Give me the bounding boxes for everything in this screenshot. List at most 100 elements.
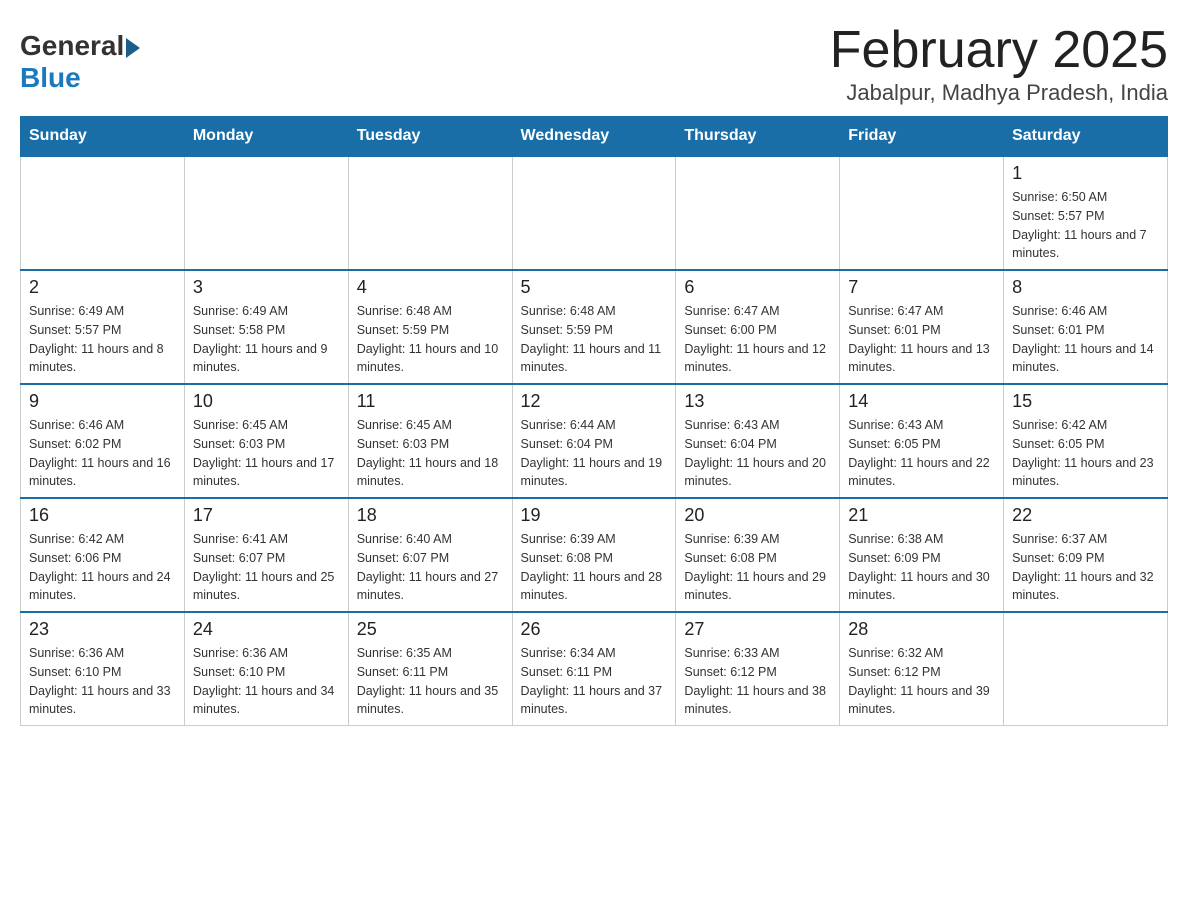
day-info: Sunrise: 6:39 AMSunset: 6:08 PMDaylight:… bbox=[684, 530, 831, 605]
day-number: 2 bbox=[29, 277, 176, 298]
day-number: 21 bbox=[848, 505, 995, 526]
day-info: Sunrise: 6:42 AMSunset: 6:06 PMDaylight:… bbox=[29, 530, 176, 605]
day-number: 5 bbox=[521, 277, 668, 298]
day-number: 10 bbox=[193, 391, 340, 412]
day-cell: 12 Sunrise: 6:44 AMSunset: 6:04 PMDayligh… bbox=[512, 384, 676, 498]
weekday-header-sunday: Sunday bbox=[21, 117, 185, 157]
day-number: 25 bbox=[357, 619, 504, 640]
day-number: 18 bbox=[357, 505, 504, 526]
day-cell: 17 Sunrise: 6:41 AMSunset: 6:07 PMDayligh… bbox=[184, 498, 348, 612]
calendar-table: SundayMondayTuesdayWednesdayThursdayFrid… bbox=[20, 116, 1168, 726]
day-info: Sunrise: 6:38 AMSunset: 6:09 PMDaylight:… bbox=[848, 530, 995, 605]
weekday-header-row: SundayMondayTuesdayWednesdayThursdayFrid… bbox=[21, 117, 1168, 157]
day-cell: 19 Sunrise: 6:39 AMSunset: 6:08 PMDayligh… bbox=[512, 498, 676, 612]
weekday-header-friday: Friday bbox=[840, 117, 1004, 157]
day-info: Sunrise: 6:40 AMSunset: 6:07 PMDaylight:… bbox=[357, 530, 504, 605]
day-number: 16 bbox=[29, 505, 176, 526]
day-number: 26 bbox=[521, 619, 668, 640]
day-cell: 11Sunrise: 6:45 AMSunset: 6:03 PMDayligh… bbox=[348, 384, 512, 498]
day-number: 12 bbox=[521, 391, 668, 412]
day-cell: 10 Sunrise: 6:45 AMSunset: 6:03 PMDayligh… bbox=[184, 384, 348, 498]
day-cell bbox=[348, 156, 512, 270]
day-info: Sunrise: 6:45 AMSunset: 6:03 PMDaylight:… bbox=[193, 416, 340, 491]
day-number: 3 bbox=[193, 277, 340, 298]
day-info: Sunrise: 6:36 AMSunset: 6:10 PMDaylight:… bbox=[193, 644, 340, 719]
day-info: Sunrise: 6:33 AMSunset: 6:12 PMDaylight:… bbox=[684, 644, 831, 719]
day-number: 13 bbox=[684, 391, 831, 412]
day-info: Sunrise: 6:32 AMSunset: 6:12 PMDaylight:… bbox=[848, 644, 995, 719]
day-number: 17 bbox=[193, 505, 340, 526]
day-cell: 6 Sunrise: 6:47 AMSunset: 6:00 PMDaylight… bbox=[676, 270, 840, 384]
day-info: Sunrise: 6:47 AMSunset: 6:00 PMDaylight:… bbox=[684, 302, 831, 377]
day-number: 4 bbox=[357, 277, 504, 298]
day-number: 28 bbox=[848, 619, 995, 640]
day-info: Sunrise: 6:42 AMSunset: 6:05 PMDaylight:… bbox=[1012, 416, 1159, 491]
day-cell: 2 Sunrise: 6:49 AMSunset: 5:57 PMDaylight… bbox=[21, 270, 185, 384]
weekday-header-wednesday: Wednesday bbox=[512, 117, 676, 157]
day-cell: 21 Sunrise: 6:38 AMSunset: 6:09 PMDayligh… bbox=[840, 498, 1004, 612]
day-info: Sunrise: 6:39 AMSunset: 6:08 PMDaylight:… bbox=[521, 530, 668, 605]
weekday-header-monday: Monday bbox=[184, 117, 348, 157]
calendar-title: February 2025 bbox=[830, 20, 1168, 80]
day-info: Sunrise: 6:43 AMSunset: 6:05 PMDaylight:… bbox=[848, 416, 995, 491]
day-info: Sunrise: 6:49 AMSunset: 5:58 PMDaylight:… bbox=[193, 302, 340, 377]
day-info: Sunrise: 6:45 AMSunset: 6:03 PMDaylight:… bbox=[357, 416, 504, 491]
day-cell: 7Sunrise: 6:47 AMSunset: 6:01 PMDaylight… bbox=[840, 270, 1004, 384]
day-cell: 18 Sunrise: 6:40 AMSunset: 6:07 PMDayligh… bbox=[348, 498, 512, 612]
page-header: GeneralBlue February 2025 Jabalpur, Madh… bbox=[20, 20, 1168, 106]
day-cell bbox=[184, 156, 348, 270]
day-info: Sunrise: 6:44 AMSunset: 6:04 PMDaylight:… bbox=[521, 416, 668, 491]
day-number: 27 bbox=[684, 619, 831, 640]
day-cell: 13 Sunrise: 6:43 AMSunset: 6:04 PMDayligh… bbox=[676, 384, 840, 498]
logo-arrow-icon bbox=[126, 38, 140, 58]
day-number: 9 bbox=[29, 391, 176, 412]
day-number: 23 bbox=[29, 619, 176, 640]
week-row-2: 2 Sunrise: 6:49 AMSunset: 5:57 PMDaylight… bbox=[21, 270, 1168, 384]
weekday-header-thursday: Thursday bbox=[676, 117, 840, 157]
day-cell bbox=[676, 156, 840, 270]
day-number: 6 bbox=[684, 277, 831, 298]
day-info: Sunrise: 6:41 AMSunset: 6:07 PMDaylight:… bbox=[193, 530, 340, 605]
day-info: Sunrise: 6:43 AMSunset: 6:04 PMDaylight:… bbox=[684, 416, 831, 491]
day-number: 24 bbox=[193, 619, 340, 640]
day-cell: 4 Sunrise: 6:48 AMSunset: 5:59 PMDaylight… bbox=[348, 270, 512, 384]
day-number: 22 bbox=[1012, 505, 1159, 526]
day-cell bbox=[512, 156, 676, 270]
day-number: 19 bbox=[521, 505, 668, 526]
day-cell: 25 Sunrise: 6:35 AMSunset: 6:11 PMDayligh… bbox=[348, 612, 512, 726]
day-cell: 20 Sunrise: 6:39 AMSunset: 6:08 PMDayligh… bbox=[676, 498, 840, 612]
day-number: 8 bbox=[1012, 277, 1159, 298]
calendar-subtitle: Jabalpur, Madhya Pradesh, India bbox=[830, 80, 1168, 106]
week-row-5: 23 Sunrise: 6:36 AMSunset: 6:10 PMDayligh… bbox=[21, 612, 1168, 726]
day-cell bbox=[1004, 612, 1168, 726]
day-cell: 16 Sunrise: 6:42 AMSunset: 6:06 PMDayligh… bbox=[21, 498, 185, 612]
day-cell: 5 Sunrise: 6:48 AMSunset: 5:59 PMDaylight… bbox=[512, 270, 676, 384]
day-cell: 24 Sunrise: 6:36 AMSunset: 6:10 PMDayligh… bbox=[184, 612, 348, 726]
day-cell: 8Sunrise: 6:46 AMSunset: 6:01 PMDaylight… bbox=[1004, 270, 1168, 384]
day-cell: 26Sunrise: 6:34 AMSunset: 6:11 PMDayligh… bbox=[512, 612, 676, 726]
weekday-header-tuesday: Tuesday bbox=[348, 117, 512, 157]
day-number: 20 bbox=[684, 505, 831, 526]
day-cell: 28 Sunrise: 6:32 AMSunset: 6:12 PMDayligh… bbox=[840, 612, 1004, 726]
day-cell: 27 Sunrise: 6:33 AMSunset: 6:12 PMDayligh… bbox=[676, 612, 840, 726]
day-cell: 23Sunrise: 6:36 AMSunset: 6:10 PMDayligh… bbox=[21, 612, 185, 726]
day-info: Sunrise: 6:46 AMSunset: 6:02 PMDaylight:… bbox=[29, 416, 176, 491]
day-number: 15 bbox=[1012, 391, 1159, 412]
logo: GeneralBlue bbox=[20, 20, 140, 94]
week-row-4: 16 Sunrise: 6:42 AMSunset: 6:06 PMDayligh… bbox=[21, 498, 1168, 612]
day-number: 1 bbox=[1012, 163, 1159, 184]
day-info: Sunrise: 6:48 AMSunset: 5:59 PMDaylight:… bbox=[521, 302, 668, 377]
day-info: Sunrise: 6:50 AMSunset: 5:57 PMDaylight:… bbox=[1012, 188, 1159, 263]
day-info: Sunrise: 6:48 AMSunset: 5:59 PMDaylight:… bbox=[357, 302, 504, 377]
day-cell bbox=[840, 156, 1004, 270]
title-block: February 2025 Jabalpur, Madhya Pradesh, … bbox=[830, 20, 1168, 106]
day-cell: 3 Sunrise: 6:49 AMSunset: 5:58 PMDaylight… bbox=[184, 270, 348, 384]
day-cell: 1 Sunrise: 6:50 AMSunset: 5:57 PMDaylight… bbox=[1004, 156, 1168, 270]
day-info: Sunrise: 6:35 AMSunset: 6:11 PMDaylight:… bbox=[357, 644, 504, 719]
day-cell bbox=[21, 156, 185, 270]
day-cell: 9 Sunrise: 6:46 AMSunset: 6:02 PMDaylight… bbox=[21, 384, 185, 498]
day-info: Sunrise: 6:49 AMSunset: 5:57 PMDaylight:… bbox=[29, 302, 176, 377]
day-info: Sunrise: 6:37 AMSunset: 6:09 PMDaylight:… bbox=[1012, 530, 1159, 605]
day-info: Sunrise: 6:47 AMSunset: 6:01 PMDaylight:… bbox=[848, 302, 995, 377]
day-cell: 14Sunrise: 6:43 AMSunset: 6:05 PMDayligh… bbox=[840, 384, 1004, 498]
